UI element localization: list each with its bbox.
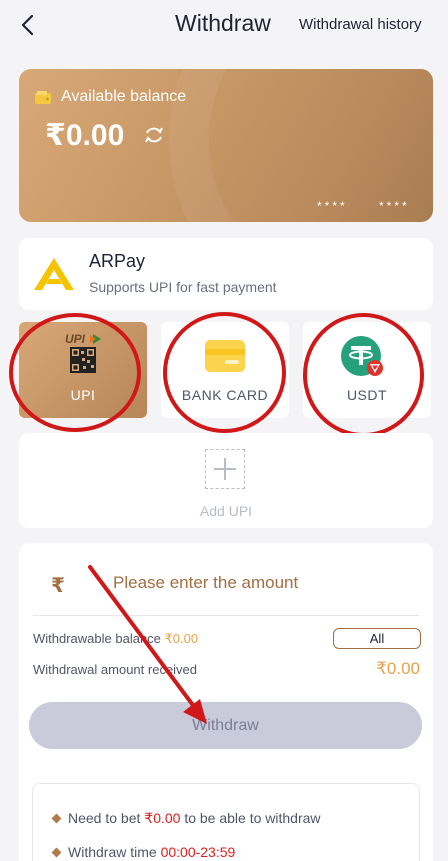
rule-text: to be able to withdraw: [180, 810, 321, 826]
add-upi-card[interactable]: Add UPI: [19, 433, 433, 528]
method-bank-card[interactable]: BANK CARD: [161, 322, 289, 418]
masked-card-number-1: ****: [317, 199, 348, 213]
method-bank-card-label: BANK CARD: [181, 387, 269, 403]
method-usdt-label: USDT: [346, 387, 388, 403]
usdt-tether-icon: [341, 336, 383, 376]
method-upi[interactable]: UPI UPI: [19, 322, 147, 418]
payment-channel-name: ARPay: [89, 251, 146, 271]
amount-received-value: ₹0.00: [376, 659, 420, 678]
rule-value: ₹0.00: [144, 810, 181, 826]
rule-item: Need to bet ₹0.00 to be able to withdraw: [51, 810, 321, 827]
bullet-diamond-icon: [51, 847, 62, 858]
amount-received-label: Withdrawal amount received: [33, 662, 198, 677]
all-button[interactable]: All: [333, 628, 421, 649]
masked-card-number-2: ****: [379, 199, 410, 213]
back-arrow-icon[interactable]: [14, 10, 42, 40]
method-usdt[interactable]: USDT: [303, 322, 431, 418]
balance-amount: ₹0.00: [45, 119, 125, 152]
rule-text: Need to bet: [68, 810, 145, 826]
withdrawal-history-link[interactable]: Withdrawal history: [299, 16, 422, 33]
refresh-icon[interactable]: [143, 125, 165, 145]
payment-channel-card[interactable]: ARPay Supports UPI for fast payment: [19, 238, 433, 310]
amount-input[interactable]: [113, 573, 393, 593]
svg-text:UPI: UPI: [65, 332, 86, 346]
arpay-logo-icon: [34, 258, 74, 290]
payment-channel-description: Supports UPI for fast payment: [89, 279, 277, 295]
amount-card: ₹ Withdrawable balance ₹0.00 All Withdra…: [19, 543, 433, 861]
balance-card: Available balance ₹0.00 **** ****: [19, 69, 433, 222]
header: Withdraw Withdrawal history: [0, 0, 448, 52]
rule-item: Withdraw time 00:00-23:59: [51, 844, 236, 860]
add-plus-icon: [205, 449, 245, 489]
rule-text: Withdraw time: [68, 844, 161, 860]
withdraw-button[interactable]: Withdraw: [29, 702, 422, 749]
withdrawable-balance-row: Withdrawable balance ₹0.00: [33, 631, 198, 647]
available-balance-label: Available balance: [61, 88, 187, 105]
withdraw-rules: Need to bet ₹0.00 to be able to withdraw…: [32, 783, 420, 861]
rule-value: 00:00-23:59: [160, 844, 236, 860]
rupee-icon: ₹: [51, 575, 65, 597]
wallet-icon: [35, 91, 51, 104]
page-title: Withdraw: [175, 10, 271, 36]
bullet-diamond-icon: [51, 813, 62, 824]
add-upi-label: Add UPI: [199, 503, 253, 519]
method-upi-label: UPI: [70, 387, 96, 403]
withdrawable-balance-value: ₹0.00: [164, 631, 199, 646]
withdrawable-balance-label: Withdrawable balance: [33, 631, 165, 646]
upi-qr-icon: UPI: [65, 332, 101, 373]
bank-card-icon: [205, 340, 245, 372]
divider: [33, 615, 419, 616]
